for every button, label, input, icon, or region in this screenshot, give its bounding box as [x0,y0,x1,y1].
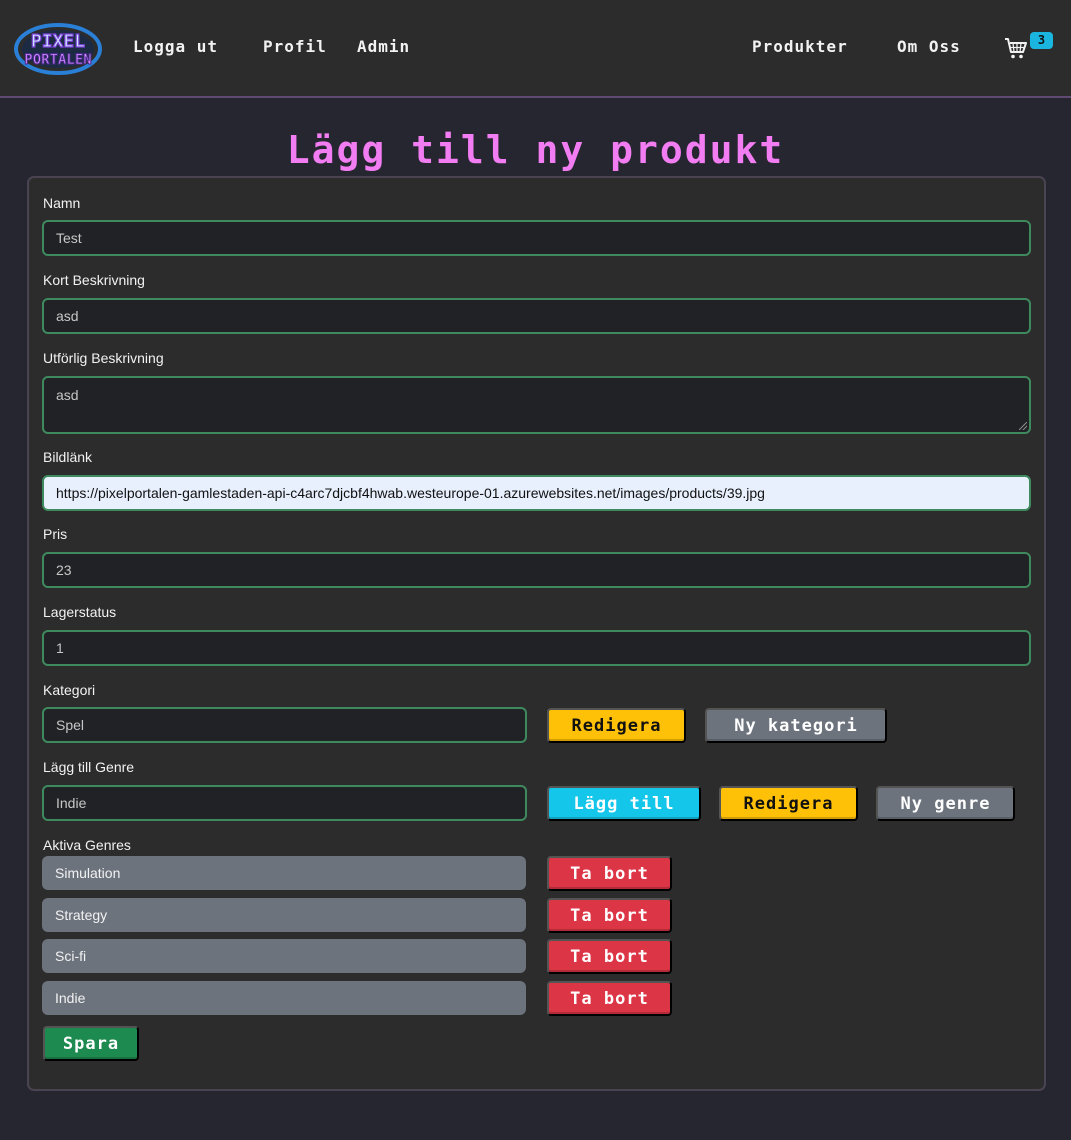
stock-input[interactable]: 1 [42,630,1031,666]
add-genre-button[interactable]: Lägg till [547,786,701,821]
name-label: Namn [43,195,81,211]
resize-grip-icon[interactable] [1019,422,1027,430]
save-button[interactable]: Spara [43,1026,139,1061]
nav-logout-link[interactable]: Logga ut [133,37,218,56]
edit-category-button[interactable]: Redigera [547,708,686,743]
image-link-label: Bildlänk [43,449,93,465]
new-category-button[interactable]: Ny kategori [705,708,887,743]
genre-label: Lägg till Genre [43,759,135,775]
long-description-text: asd [56,387,79,403]
active-genre-item: Indie [42,981,526,1015]
remove-genre-button[interactable]: Ta bort [547,981,672,1016]
image-link-input[interactable]: https://pixelportalen-gamlestaden-api-c4… [42,475,1031,511]
active-genre-item: Strategy [42,898,526,932]
logo-text-top: PIXEL [31,31,85,52]
price-input[interactable]: 23 [42,552,1031,588]
genre-input[interactable]: Indie [42,785,527,821]
new-genre-button[interactable]: Ny genre [876,786,1015,821]
cart-count-badge: 3 [1030,32,1053,49]
category-label: Kategori [43,682,96,698]
shopping-cart-icon[interactable] [1004,36,1028,60]
remove-genre-button[interactable]: Ta bort [547,898,672,933]
price-label: Pris [43,526,68,542]
name-input[interactable]: Test [42,220,1031,256]
long-description-textarea[interactable]: asd [42,376,1031,434]
category-input[interactable]: Spel [42,707,527,743]
active-genre-item: Simulation [42,856,526,890]
long-description-label: Utförlig Beskrivning [43,350,164,366]
remove-genre-button[interactable]: Ta bort [547,939,672,974]
page-title: Lägg till ny produkt [286,128,785,172]
nav-admin-link[interactable]: Admin [357,37,410,56]
nav-products-link[interactable]: Produkter [752,37,848,56]
active-genre-item: Sci-fi [42,939,526,973]
stock-label: Lagerstatus [43,604,117,620]
short-description-input[interactable]: asd [42,298,1031,334]
logo-text-bottom: PORTALEN [24,52,91,68]
navbar: PIXEL PORTALEN Logga ut Profil Admin Pro… [0,0,1071,98]
pixel-portalen-logo[interactable]: PIXEL PORTALEN [14,23,102,75]
remove-genre-button[interactable]: Ta bort [547,856,672,891]
edit-genre-button[interactable]: Redigera [719,786,858,821]
nav-profile-link[interactable]: Profil [263,37,327,56]
nav-about-link[interactable]: Om Oss [897,37,961,56]
active-genres-label: Aktiva Genres [43,837,131,853]
short-description-label: Kort Beskrivning [43,272,145,288]
